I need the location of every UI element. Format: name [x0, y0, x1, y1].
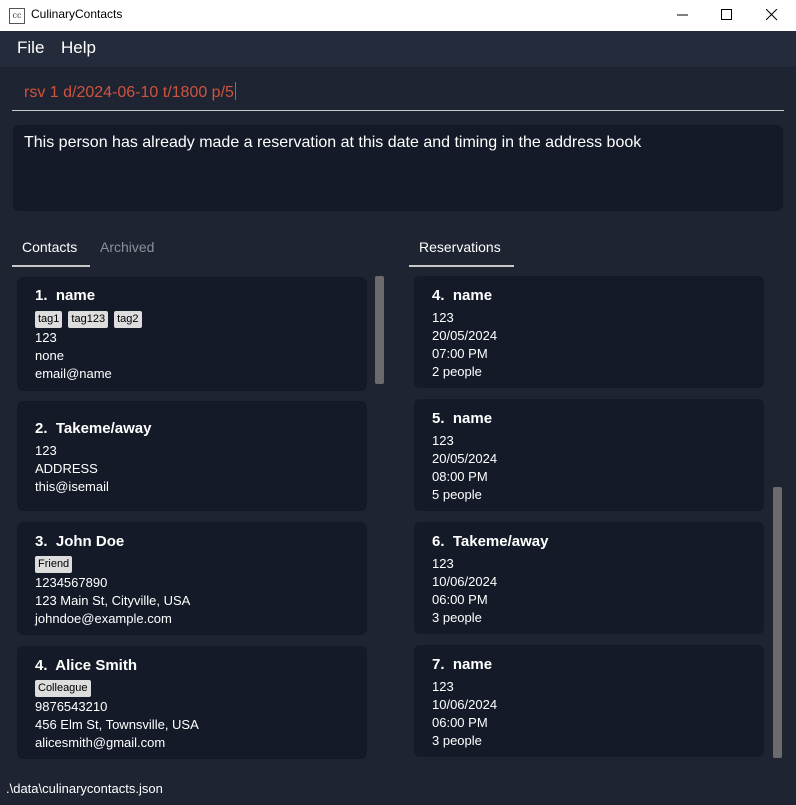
result-display: This person has already made a reservati… — [13, 125, 783, 211]
contact-card[interactable]: 1. name tag1 tag123 tag2 123 none email@… — [17, 277, 367, 391]
text-caret — [234, 82, 236, 100]
tag-badge: Colleague — [35, 680, 91, 697]
minimize-button[interactable] — [660, 0, 706, 31]
contact-name: 2. Takeme/away — [35, 420, 152, 437]
menu-help[interactable]: Help — [61, 38, 96, 58]
reservation-date: 20/05/2024 — [432, 451, 498, 466]
contact-address: 123 Main St, Cityville, USA — [35, 593, 191, 608]
tab-archived[interactable]: Archived — [100, 239, 154, 255]
reservation-card[interactable]: 5. name 123 20/05/2024 08:00 PM 5 people — [414, 399, 764, 511]
reservation-time: 08:00 PM — [432, 469, 488, 484]
contact-name: 4. Alice Smith — [35, 657, 137, 674]
contact-phone: 123 — [35, 330, 57, 345]
reservation-name: 6. Takeme/away — [432, 533, 549, 550]
reservation-time: 07:00 PM — [432, 346, 488, 361]
reservation-list-scrollbar[interactable] — [773, 487, 782, 758]
tag-badge: tag2 — [114, 311, 142, 328]
maximize-button[interactable] — [704, 0, 750, 31]
reservation-phone: 123 — [432, 433, 454, 448]
reservation-date: 20/05/2024 — [432, 328, 498, 343]
reservation-time: 06:00 PM — [432, 592, 488, 607]
reservation-name: 4. name — [432, 287, 493, 304]
tab-reservations-underline — [409, 265, 514, 267]
tab-contacts[interactable]: Contacts — [22, 239, 77, 255]
contact-card[interactable]: 2. Takeme/away 123 ADDRESS this@isemail — [17, 401, 367, 511]
app-logo-icon: cc — [9, 8, 25, 24]
tag-badge: tag123 — [68, 311, 109, 328]
menu-bar: File Help — [0, 31, 796, 67]
reservation-name: 5. name — [432, 410, 493, 427]
reservation-name: 7. name — [432, 656, 493, 673]
result-message: This person has already made a reservati… — [24, 134, 642, 151]
reservation-card[interactable]: 4. name 123 20/05/2024 07:00 PM 2 people — [414, 276, 764, 388]
contact-address: none — [35, 348, 64, 363]
close-icon — [766, 9, 778, 21]
contact-phone: 1234567890 — [35, 575, 108, 590]
window-title: CulinaryContacts — [31, 7, 123, 21]
reservation-card[interactable]: 6. Takeme/away 123 10/06/2024 06:00 PM 3… — [414, 522, 764, 634]
contact-email: alicesmith@gmail.com — [35, 735, 166, 750]
reservation-date: 10/06/2024 — [432, 697, 498, 712]
contact-tags: Colleague — [35, 680, 91, 697]
command-text[interactable]: rsv 1 d/2024-06-10 t/1800 p/5 — [24, 82, 236, 102]
reservation-pax: 3 people — [432, 733, 482, 748]
contact-email: email@name — [35, 366, 112, 381]
tab-reservations[interactable]: Reservations — [419, 239, 501, 255]
tab-contacts-underline — [12, 265, 90, 267]
command-input[interactable]: rsv 1 d/2024-06-10 t/1800 p/5 — [12, 74, 784, 111]
close-button[interactable] — [749, 0, 795, 31]
window-titlebar: cc CulinaryContacts — [0, 0, 796, 31]
contact-tags: tag1 tag123 tag2 — [35, 311, 142, 328]
reservation-pax: 2 people — [432, 364, 482, 379]
reservation-card[interactable]: 7. name 123 10/06/2024 06:00 PM 3 people — [414, 645, 764, 757]
status-bar-file-path: .\data\culinarycontacts.json — [6, 781, 163, 796]
reservation-date: 10/06/2024 — [432, 574, 498, 589]
contact-tags: Friend — [35, 556, 73, 573]
tag-badge: Friend — [35, 556, 73, 573]
contact-email: johndoe@example.com — [35, 611, 172, 626]
reservation-phone: 123 — [432, 679, 454, 694]
contact-phone: 9876543210 — [35, 699, 108, 714]
reservation-time: 06:00 PM — [432, 715, 488, 730]
reservation-pax: 5 people — [432, 487, 482, 502]
minimize-icon — [677, 14, 688, 16]
contact-name: 1. name — [35, 287, 96, 304]
contact-email: this@isemail — [35, 479, 109, 494]
contact-list-scrollbar[interactable] — [375, 276, 384, 384]
maximize-icon — [721, 9, 732, 20]
contact-name: 3. John Doe — [35, 533, 125, 550]
contact-address: ADDRESS — [35, 461, 98, 476]
contact-card[interactable]: 4. Alice Smith Colleague 9876543210 456 … — [17, 646, 367, 759]
tag-badge: tag1 — [35, 311, 63, 328]
reservation-phone: 123 — [432, 310, 454, 325]
contact-phone: 123 — [35, 443, 57, 458]
reservation-phone: 123 — [432, 556, 454, 571]
menu-file[interactable]: File — [17, 38, 44, 58]
contact-card[interactable]: 3. John Doe Friend 1234567890 123 Main S… — [17, 522, 367, 635]
contact-address: 456 Elm St, Townsville, USA — [35, 717, 199, 732]
reservation-pax: 3 people — [432, 610, 482, 625]
